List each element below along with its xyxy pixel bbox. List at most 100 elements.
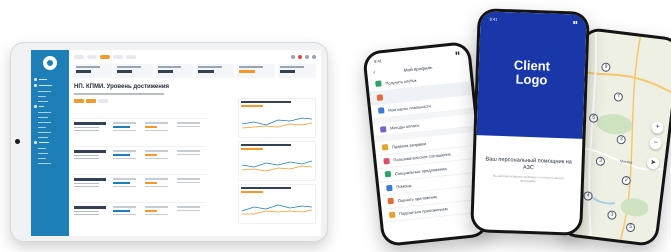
- mini-chart: [238, 141, 316, 181]
- top-toolbar: [74, 53, 316, 61]
- tablet-device: ▬▬▬ ▬▬▬▬▬ ▬▬▬▬▬ ▬▬▬ ▬▬▬▬ ▬▬ ▬▬▬▬▬ ▬▬▬▬ ▬…: [10, 42, 328, 242]
- star-icon: [387, 197, 395, 205]
- card-icon: [375, 80, 382, 88]
- tagline: Ваш персональный помощник на АЗС: [485, 156, 572, 172]
- primary-button[interactable]: [86, 98, 96, 103]
- kpi-card: [196, 64, 235, 78]
- sidebar: ▬▬▬ ▬▬▬▬▬ ▬▬▬▬▬ ▬▬▬ ▬▬▬▬ ▬▬ ▬▬▬▬▬ ▬▬▬▬ ▬…: [31, 50, 69, 236]
- sidebar-item-label: ▬▬: [39, 105, 45, 108]
- client-logo: Client Logo: [478, 57, 585, 89]
- primary-button[interactable]: [74, 98, 84, 103]
- sidebar-subitem[interactable]: ▬▬▬▬▬: [34, 131, 66, 134]
- chart-panel: [238, 98, 316, 227]
- sidebar-item-label: ▬▬▬▬: [39, 141, 50, 144]
- page-title: НП. КПМИ. Уровень достижения: [74, 84, 170, 90]
- sidebar-subitem[interactable]: ▬▬▬: [34, 147, 66, 150]
- table-row[interactable]: [74, 174, 206, 202]
- sidebar-subitem[interactable]: ▬▬▬: [34, 126, 66, 129]
- sidebar-subitem-label: ▬▬▬▬▬: [38, 90, 51, 93]
- kpi-card: [237, 64, 276, 78]
- filter-chip[interactable]: [87, 55, 97, 59]
- sidebar-subitem-label: ▬▬▬▬▬: [38, 121, 51, 124]
- sidebar-item[interactable]: ▬▬▬▬: [34, 141, 66, 144]
- filter-chip-active[interactable]: [100, 55, 110, 59]
- filter-chip[interactable]: [126, 55, 136, 59]
- main-content: НП. КПМИ. Уровень достижения: [69, 50, 321, 236]
- sidebar-subitem[interactable]: ▬▬▬▬▬: [34, 111, 66, 114]
- menu-item-label: Оценить приложение: [397, 193, 438, 203]
- menu-item-label: Поделиться приложением: [398, 206, 448, 217]
- menu-item-label: Получить клубок: [385, 77, 417, 86]
- rules-icon: [381, 144, 389, 151]
- menu-item-label: Помощь: [396, 182, 412, 190]
- app-logo-icon: [43, 56, 57, 70]
- sidebar-subitem[interactable]: ▬▬▬▬▬: [34, 162, 66, 165]
- sidebar-subitem-label: ▬▬▬▬: [38, 152, 49, 155]
- menu-item-label: Мои карты лояльности: [387, 103, 431, 113]
- back-arrow-icon[interactable]: ‹: [373, 69, 384, 76]
- sidebar-subitem[interactable]: ▬▬▬▬: [34, 100, 66, 103]
- sidebar-subitem[interactable]: ▬▬▬▬: [34, 152, 66, 155]
- sidebar-item[interactable]: ▬▬: [34, 105, 66, 108]
- filter-chip[interactable]: [113, 55, 123, 59]
- mini-line-chart: [242, 160, 312, 172]
- bullet-icon: [34, 78, 37, 81]
- table-row[interactable]: [74, 146, 206, 174]
- status-bar: 9:41 ▮▮: [480, 11, 586, 29]
- battery-icon: ▮▮: [573, 18, 578, 25]
- bullet-icon: [34, 141, 37, 144]
- sidebar-subitem-label: ▬▬▬▬▬: [38, 111, 51, 114]
- sidebar-item[interactable]: ▬▬▬: [34, 78, 66, 81]
- filter-chip[interactable]: [74, 55, 84, 59]
- kpi-card: [114, 64, 153, 78]
- kpi-card: [278, 64, 316, 78]
- bullet-icon: [34, 105, 37, 108]
- menu-item-label: Правила заправки: [391, 140, 427, 150]
- phone-menu-screen: 9:41 ▮▮ ‹ Мой профиль Получить клубок Мо…: [365, 44, 487, 244]
- share-icon: [388, 211, 396, 218]
- kpi-card: [74, 64, 112, 78]
- help-icon: [386, 184, 393, 192]
- sidebar-subitem-label: ▬▬▬: [38, 95, 46, 98]
- sidebar-subitem-label: ▬▬▬▬: [38, 100, 49, 103]
- mini-line-chart: [242, 117, 312, 129]
- mini-line-chart: [242, 204, 312, 215]
- sidebar-subitem-label: ▬▬▬▬: [38, 136, 49, 139]
- kpi-card: [155, 64, 194, 78]
- sidebar-subitem-label: ▬▬▬: [38, 157, 46, 160]
- description: Мы автоматизируем заправку и оплату в на…: [492, 173, 564, 184]
- table-row[interactable]: [74, 118, 206, 146]
- sidebar-subitem-label: ▬▬▬: [38, 147, 46, 150]
- mini-chart: [238, 184, 316, 224]
- calendar-icon[interactable]: [291, 55, 295, 59]
- mini-chart: [238, 98, 316, 138]
- camera-dot: [15, 139, 20, 144]
- sidebar-subitem[interactable]: ▬▬▬▬▬: [34, 121, 66, 124]
- sidebar-subitem[interactable]: ▬▬▬: [34, 95, 66, 98]
- sidebar-subitem[interactable]: ▬▬▬▬: [34, 136, 66, 139]
- sidebar-subitem[interactable]: ▬▬▬▬▬: [34, 90, 66, 93]
- logo-line-2: Logo: [515, 71, 548, 88]
- offer-icon: [384, 171, 392, 178]
- sidebar-subitem-label: ▬▬▬▬: [38, 116, 49, 119]
- wallet-icon: [377, 107, 385, 115]
- menu-item-label: Специальные предложения: [394, 165, 447, 177]
- page-subtitle-line: [74, 93, 164, 95]
- sidebar-item[interactable]: ▬▬▬▬▬: [34, 84, 66, 87]
- user-avatar-icon[interactable]: [312, 55, 316, 59]
- sidebar-subitem-label: ▬▬▬: [38, 126, 46, 129]
- notification-icon[interactable]: [298, 55, 302, 59]
- tablet-screen: ▬▬▬ ▬▬▬▬▬ ▬▬▬▬▬ ▬▬▬ ▬▬▬▬ ▬▬ ▬▬▬▬▬ ▬▬▬▬ ▬…: [31, 50, 321, 236]
- bullet-icon: [34, 84, 37, 87]
- phone-brand: 9:41 ▮▮ Client Logo Ваш персональный пом…: [470, 8, 590, 236]
- sidebar-subitem[interactable]: ▬▬▬: [34, 157, 66, 160]
- secondary-button[interactable]: [98, 98, 108, 103]
- table-row[interactable]: [74, 202, 206, 230]
- status-time: 9:41: [489, 16, 498, 22]
- menu-item-label: Пользовательское соглашение: [393, 151, 452, 163]
- indicator-table: [74, 118, 206, 230]
- sidebar-subitem[interactable]: ▬▬▬▬: [34, 116, 66, 119]
- document-icon: [383, 157, 390, 165]
- sidebar-subitem-label: ▬▬▬▬▬: [38, 162, 51, 165]
- settings-icon[interactable]: [305, 55, 309, 59]
